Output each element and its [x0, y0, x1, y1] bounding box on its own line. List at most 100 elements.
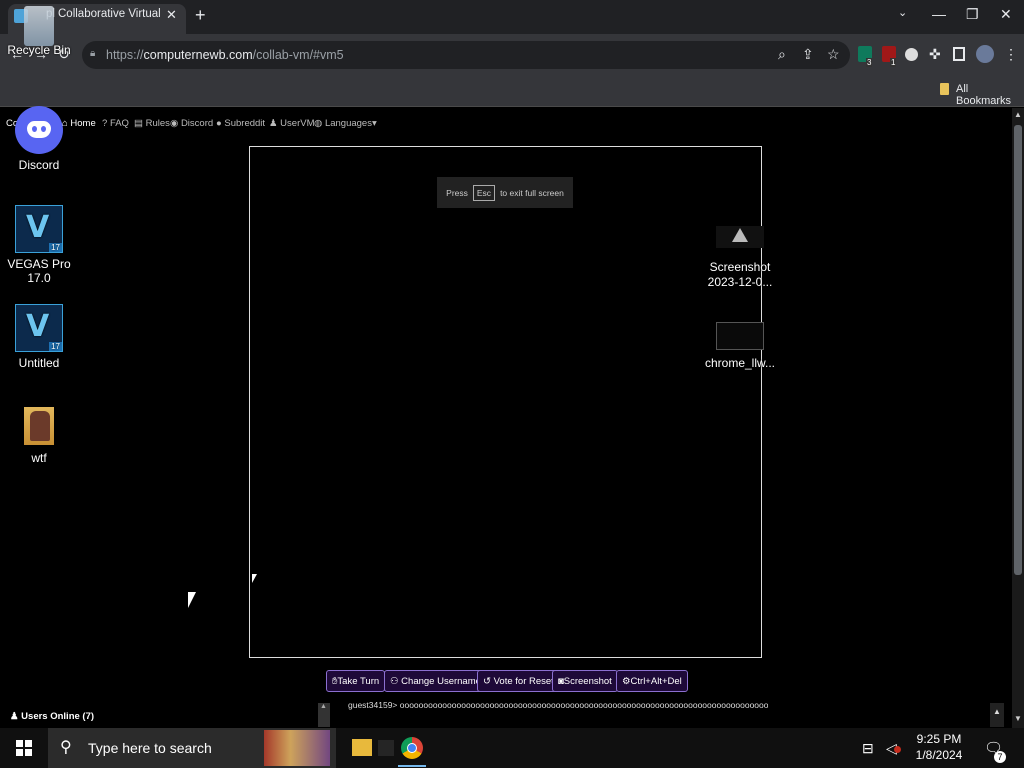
question-icon: ? — [102, 118, 108, 129]
desktop-icon-chrome-llw[interactable]: chrome_llw... — [704, 322, 776, 370]
desktop-icon-label: VEGAS Pro 17.0 — [7, 257, 71, 285]
desktop-icon-screenshot[interactable]: Screenshot 2023-12-0... — [704, 226, 776, 290]
taskbar-search-placeholder: Type here to search — [88, 740, 212, 756]
windows-start-icon[interactable] — [16, 740, 32, 756]
nav-languages[interactable]: ◍ Languages▾ — [314, 118, 377, 129]
maximize-icon[interactable]: ❐ — [966, 6, 979, 23]
vm-cursor-icon — [252, 574, 257, 583]
nav-uservm-label: UserVM — [280, 118, 315, 129]
nav-rules[interactable]: ▤ Rules — [134, 118, 170, 129]
extension-ghost-icon[interactable] — [905, 48, 918, 61]
chat-scroll-up-icon[interactable]: ▲ — [320, 703, 327, 710]
discord-icon: ◉ — [170, 118, 179, 129]
new-tab-icon[interactable]: + — [195, 5, 206, 26]
tab-search-icon[interactable]: ⌄ — [898, 6, 907, 19]
gear-icon: ⚙ — [622, 676, 631, 687]
esc-key-label: Esc — [472, 184, 496, 201]
side-panel-icon[interactable] — [953, 47, 965, 61]
nav-discord[interactable]: ◉ Discord — [170, 118, 213, 129]
mouse-cursor-icon — [188, 592, 196, 608]
change-username-label: Change Username — [401, 676, 481, 687]
taskbar-clock-date[interactable]: 1/8/2024 — [912, 748, 966, 762]
desktop-icon-label: Screenshot 2023-12-0... — [707, 260, 773, 289]
reddit-icon: ● — [216, 118, 222, 129]
take-turn-button[interactable]: ✋︎Take Turn — [326, 670, 386, 692]
users-icon: ⚇ — [390, 676, 399, 687]
url-scheme: https:// — [106, 48, 144, 62]
fullscreen-exit-tooltip: Press Esc to exit full screen — [437, 177, 573, 208]
bookmark-star-icon[interactable]: ☆ — [827, 46, 840, 63]
desktop-icon-label: wtf — [31, 451, 47, 465]
taskbar-clock-time[interactable]: 9:25 PM — [912, 732, 966, 746]
mute-indicator-icon — [894, 746, 901, 753]
chrome-active-indicator — [398, 765, 426, 767]
chrome-taskbar-icon[interactable] — [401, 737, 423, 759]
undo-icon: ↺ — [483, 676, 491, 687]
taskbar-app-icon[interactable] — [378, 740, 394, 756]
nav-subreddit-label: Subreddit — [224, 118, 266, 129]
nav-languages-label: Languages — [324, 118, 372, 129]
nav-faq-label: FAQ — [109, 118, 129, 129]
url-text[interactable]: https://computernewb.com/collab-vm/#vm5 — [106, 48, 344, 62]
ctrl-alt-del-label: Ctrl+Alt+Del — [630, 676, 682, 687]
user-icon: ♟ — [269, 118, 278, 129]
nav-faq[interactable]: ? FAQ — [102, 118, 129, 129]
ctrl-alt-del-button[interactable]: ⚙Ctrl+Alt+Del — [616, 670, 688, 692]
minimize-icon[interactable]: — — [932, 6, 946, 22]
vote-reset-button[interactable]: ↺ Vote for Reset — [477, 670, 560, 692]
discord-app-icon — [15, 106, 63, 154]
desktop-icon-discord[interactable]: Discord — [3, 106, 75, 172]
desktop-icon-label: Discord — [18, 158, 60, 172]
window-close-icon[interactable]: ✕ — [1000, 6, 1012, 23]
user-icon: ♟ — [10, 711, 19, 722]
nav-rules-label: Rules — [145, 118, 170, 129]
desktop-icon-vegas-pro[interactable]: V 17 VEGAS Pro 17.0 — [3, 205, 75, 285]
scroll-up-arrow-icon[interactable]: ▲ — [1014, 110, 1022, 119]
vegas-project-icon: V 17 — [15, 304, 63, 352]
nav-discord-label: Discord — [180, 118, 214, 129]
image-file-icon — [716, 226, 764, 248]
desktop-icon-wtf[interactable]: wtf — [3, 407, 75, 465]
desktop-icon-label: Untitled — [18, 356, 60, 370]
folder-icon — [24, 407, 54, 445]
share-icon[interactable]: ⇪ — [802, 46, 814, 63]
extensions-puzzle-icon[interactable]: ✜ — [929, 46, 941, 63]
all-bookmarks-link[interactable]: All Bookmarks — [956, 83, 1024, 107]
screenshot-button[interactable]: ◙Screenshot — [552, 670, 618, 692]
video-file-icon — [716, 322, 764, 350]
network-icon[interactable]: ⊟ — [862, 740, 874, 757]
lock-icon[interactable]: 🔒︎ — [90, 48, 95, 59]
vm-display[interactable] — [249, 146, 762, 658]
desktop-icon-untitled[interactable]: V 17 Untitled — [3, 304, 75, 370]
nav-uservm[interactable]: ♟ UserVM — [269, 118, 314, 129]
page-scrollbar-thumb[interactable] — [1014, 125, 1022, 575]
nav-subreddit[interactable]: ● Subreddit — [216, 118, 265, 129]
vegas-version-badge: 17 — [49, 243, 62, 252]
extension-badge-1: 3 — [866, 58, 873, 67]
tab-close-icon[interactable]: ✕ — [166, 7, 177, 23]
chat-scroll-up-arrow-icon[interactable]: ▲ — [993, 707, 1001, 716]
notification-count-badge: 7 — [994, 751, 1006, 763]
file-explorer-icon[interactable] — [352, 739, 372, 756]
url-host: computernewb.com — [143, 48, 253, 62]
globe-icon: ◍ — [314, 118, 323, 129]
vote-reset-label: Vote for Reset — [493, 676, 554, 687]
scroll-down-arrow-icon[interactable]: ▼ — [1014, 714, 1022, 723]
esc-tooltip-rest: to exit full screen — [500, 187, 564, 198]
desktop-icon-recycle-bin[interactable]: Recycle Bin — [3, 6, 75, 57]
change-username-button[interactable]: ⚇ Change Username — [384, 670, 487, 692]
recycle-bin-icon — [24, 6, 54, 46]
users-online-header[interactable]: ♟ Users Online (7) — [10, 711, 94, 722]
url-path: /collab-vm/#vm5 — [252, 48, 344, 62]
screenshot-label: Screenshot — [563, 676, 612, 687]
zoom-icon[interactable]: ⌕ — [778, 46, 786, 63]
chrome-menu-icon[interactable]: ⋮ — [1004, 46, 1018, 63]
search-icon: ⚲ — [60, 739, 72, 756]
take-turn-label: Take Turn — [337, 676, 380, 687]
desktop-icon-label: chrome_llw... — [704, 356, 776, 370]
profile-avatar[interactable] — [976, 45, 994, 63]
search-highlight-image — [264, 730, 330, 766]
users-online-label: Users Online (7) — [21, 711, 95, 722]
chat-message: guest34159> oooooooooooooooooooooooooooo… — [348, 700, 768, 710]
esc-tooltip-press: Press — [446, 187, 468, 198]
